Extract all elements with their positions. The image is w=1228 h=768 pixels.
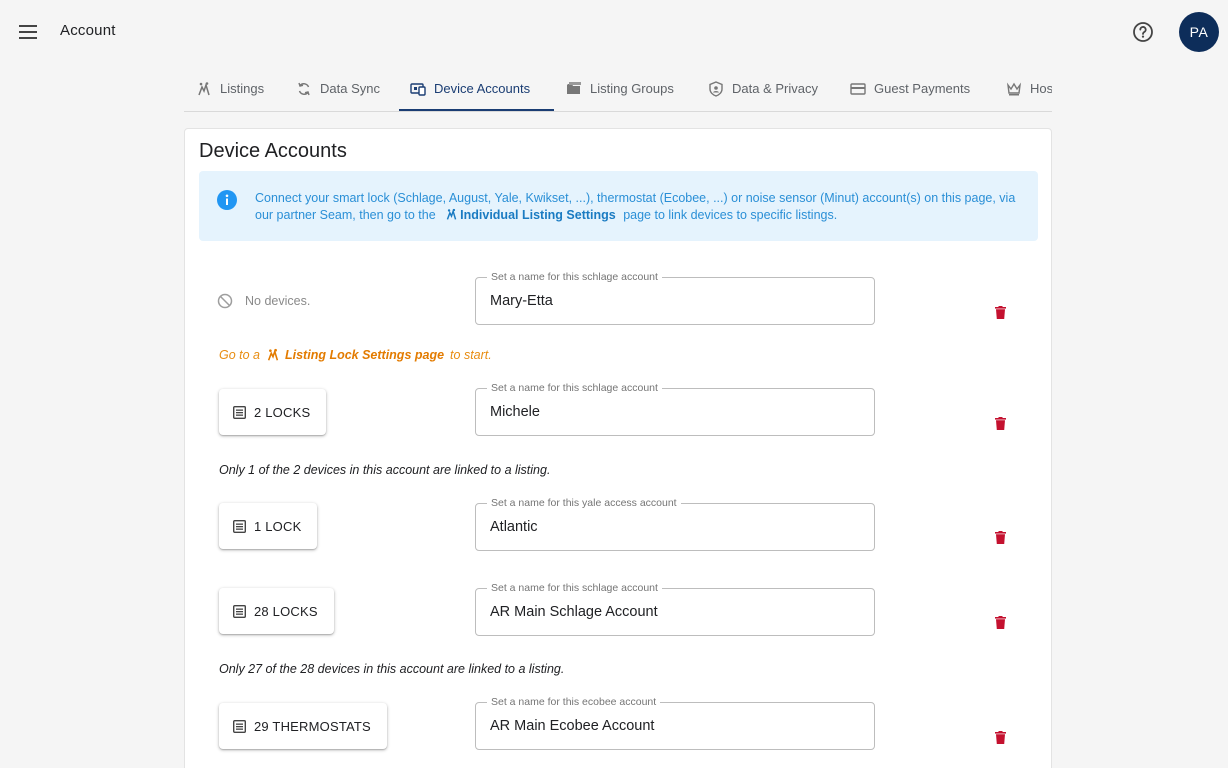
delete-account-button[interactable] (991, 528, 1009, 546)
delete-account-button[interactable] (991, 728, 1009, 746)
lock-settings-hint: Go to a Listing Lock Settings page to st… (219, 348, 492, 362)
hint-suffix: to start. (450, 348, 492, 362)
section-title: Device Accounts (199, 140, 347, 162)
hamburger-menu-icon (19, 25, 37, 39)
account-name-field: Set a name for this yale access account (475, 497, 875, 551)
trash-icon (994, 416, 1006, 430)
folder-icon (566, 81, 582, 97)
field-label: Set a name for this ecobee account (487, 696, 661, 708)
tab-label: Device Accounts (434, 81, 531, 96)
account-name-input[interactable] (490, 516, 860, 538)
device-accounts-icon (410, 81, 426, 97)
button-label: 28 LOCKS (254, 603, 318, 619)
account-name-input[interactable] (490, 290, 860, 312)
trash-icon (994, 730, 1006, 744)
help-button[interactable] (1130, 19, 1156, 45)
block-icon (217, 293, 233, 309)
hint-prefix: Go to a (219, 348, 260, 362)
account-name-input[interactable] (490, 401, 860, 423)
field-label: Set a name for this schlage account (487, 382, 662, 394)
trash-icon (994, 615, 1006, 629)
crown-icon (1006, 81, 1022, 97)
credit-card-icon (850, 81, 866, 97)
devices-count-button[interactable]: 1 LOCK (219, 503, 318, 549)
sync-icon (296, 81, 312, 97)
devices-count-button[interactable]: 28 LOCKS (219, 588, 334, 634)
button-label: 2 LOCKS (254, 404, 311, 420)
page-title: Account (60, 22, 116, 39)
linked-devices-note: Only 27 of the 28 devices in this accoun… (219, 662, 565, 676)
info-alert: Connect your smart lock (Schlage, August… (199, 171, 1038, 241)
tab-label: Listings (220, 81, 265, 96)
listing-lock-settings-link[interactable]: Listing Lock Settings page (266, 348, 444, 362)
link-label: Individual Listing Settings (460, 208, 616, 222)
info-text: Connect your smart lock (Schlage, August… (255, 190, 1025, 224)
delete-account-button[interactable] (991, 613, 1009, 631)
devices-count-button[interactable]: 29 THERMOSTATS (219, 703, 387, 749)
top-app-bar: Account PA (0, 0, 1228, 64)
field-label: Set a name for this yale access account (487, 497, 681, 509)
list-icon (233, 604, 246, 618)
tab-label: Data Sync (320, 81, 380, 96)
account-name-field: Set a name for this schlage account (475, 271, 875, 325)
shield-icon (708, 80, 724, 97)
account-name-input[interactable] (490, 601, 860, 623)
link-label: Listing Lock Settings page (285, 348, 445, 362)
list-icon (233, 719, 246, 733)
trash-icon (994, 305, 1006, 319)
info-text-after: page to link devices to specific listing… (623, 208, 838, 222)
info-icon (217, 190, 237, 210)
devices-count-button[interactable]: 2 LOCKS (219, 389, 327, 435)
tab-label: Hos (1030, 81, 1052, 96)
menu-button[interactable] (14, 18, 42, 46)
tab-guest-payments[interactable]: Guest Payments (850, 66, 970, 111)
tab-listings[interactable]: Listings (196, 66, 264, 111)
field-label: Set a name for this schlage account (487, 582, 662, 594)
account-name-input[interactable] (490, 715, 860, 737)
list-icon (233, 519, 246, 533)
tab-device-accounts[interactable]: Device Accounts (410, 66, 530, 111)
listings-icon (196, 81, 212, 97)
settings-tabs: Listings Data Sync Device Accounts Listi… (184, 66, 1052, 112)
help-circle-icon (1133, 22, 1153, 42)
tab-data-privacy[interactable]: Data & Privacy (708, 66, 818, 111)
delete-account-button[interactable] (991, 303, 1009, 321)
delete-account-button[interactable] (991, 414, 1009, 432)
button-label: 1 LOCK (254, 518, 302, 534)
no-devices-text: No devices. (245, 294, 311, 308)
button-label: 29 THERMOSTATS (254, 718, 371, 734)
tab-label: Listing Groups (590, 81, 674, 96)
user-avatar[interactable]: PA (1179, 12, 1219, 52)
active-tab-indicator (399, 109, 554, 111)
tab-data-sync[interactable]: Data Sync (296, 66, 380, 111)
account-name-field: Set a name for this ecobee account (475, 696, 875, 750)
tab-label: Guest Payments (874, 81, 971, 96)
linked-devices-note: Only 1 of the 2 devices in this account … (219, 463, 551, 477)
field-label: Set a name for this schlage account (487, 271, 662, 283)
listings-icon (446, 208, 457, 220)
device-accounts-card: Device Accounts Connect your smart lock … (184, 128, 1052, 768)
account-name-field: Set a name for this schlage account (475, 582, 875, 636)
list-icon (233, 405, 246, 419)
no-devices-status: No devices. (217, 293, 310, 309)
listings-icon (267, 348, 279, 361)
account-name-field: Set a name for this schlage account (475, 382, 875, 436)
individual-listing-settings-link[interactable]: Individual Listing Settings (439, 208, 616, 222)
tab-hos[interactable]: Hos (1006, 66, 1052, 111)
tab-label: Data & Privacy (732, 81, 818, 96)
trash-icon (994, 530, 1006, 544)
tab-listing-groups[interactable]: Listing Groups (566, 66, 674, 111)
